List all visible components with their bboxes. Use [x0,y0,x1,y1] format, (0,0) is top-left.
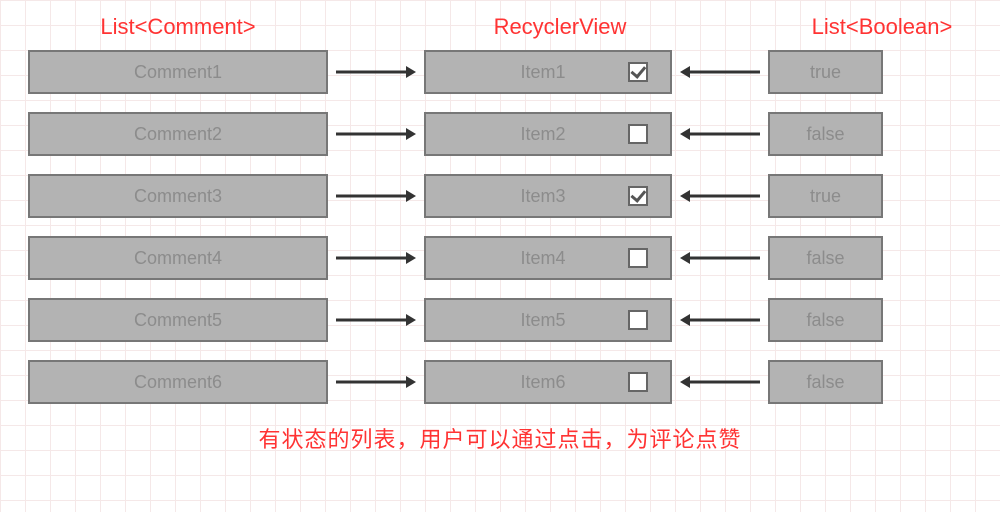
checkbox-unchecked-icon[interactable] [628,310,648,330]
header-list-comment: List<Comment> [28,14,328,40]
arrow-left-icon [672,62,768,82]
item-box[interactable]: Item1 [424,50,672,94]
diagram-rows: Comment1Item1trueComment2Item2falseComme… [0,50,1000,404]
item-box[interactable]: Item6 [424,360,672,404]
item-label: Item4 [520,248,565,269]
arrow-left-icon [672,310,768,330]
item-label: Item1 [520,62,565,83]
arrow-right-icon [328,124,424,144]
comment-box: Comment3 [28,174,328,218]
checkbox-unchecked-icon[interactable] [628,372,648,392]
arrow-right-icon [328,186,424,206]
diagram-row: Comment4 Item4 false [28,236,972,280]
boolean-box: false [768,112,883,156]
boolean-box: false [768,298,883,342]
arrow-right-icon [328,310,424,330]
item-label: Item3 [520,186,565,207]
arrow-right-icon [328,62,424,82]
header-recyclerview: RecyclerView [408,14,712,40]
header-list-boolean: List<Boolean> [792,14,972,40]
item-box[interactable]: Item2 [424,112,672,156]
checkbox-unchecked-icon[interactable] [628,124,648,144]
item-label: Item2 [520,124,565,145]
arrow-left-icon [672,124,768,144]
diagram-row: Comment6 Item6 false [28,360,972,404]
diagram-row: Comment5 Item5 false [28,298,972,342]
arrow-right-icon [328,372,424,392]
boolean-box: true [768,50,883,94]
diagram-caption: 有状态的列表，用户可以通过点击，为评论点赞 [0,422,1000,454]
arrow-left-icon [672,186,768,206]
arrow-left-icon [672,248,768,268]
comment-box: Comment1 [28,50,328,94]
item-label: Item6 [520,372,565,393]
diagram-headers: List<Comment> RecyclerView List<Boolean> [0,0,1000,50]
boolean-box: false [768,236,883,280]
comment-box: Comment6 [28,360,328,404]
checkbox-unchecked-icon[interactable] [628,248,648,268]
diagram-row: Comment3 Item3 true [28,174,972,218]
item-label: Item5 [520,310,565,331]
checkbox-checked-icon[interactable] [628,62,648,82]
arrow-right-icon [328,248,424,268]
arrow-left-icon [672,372,768,392]
comment-box: Comment4 [28,236,328,280]
checkbox-checked-icon[interactable] [628,186,648,206]
diagram-row: Comment1 Item1 true [28,50,972,94]
comment-box: Comment5 [28,298,328,342]
item-box[interactable]: Item5 [424,298,672,342]
boolean-box: true [768,174,883,218]
item-box[interactable]: Item4 [424,236,672,280]
diagram-row: Comment2 Item2 false [28,112,972,156]
boolean-box: false [768,360,883,404]
comment-box: Comment2 [28,112,328,156]
item-box[interactable]: Item3 [424,174,672,218]
